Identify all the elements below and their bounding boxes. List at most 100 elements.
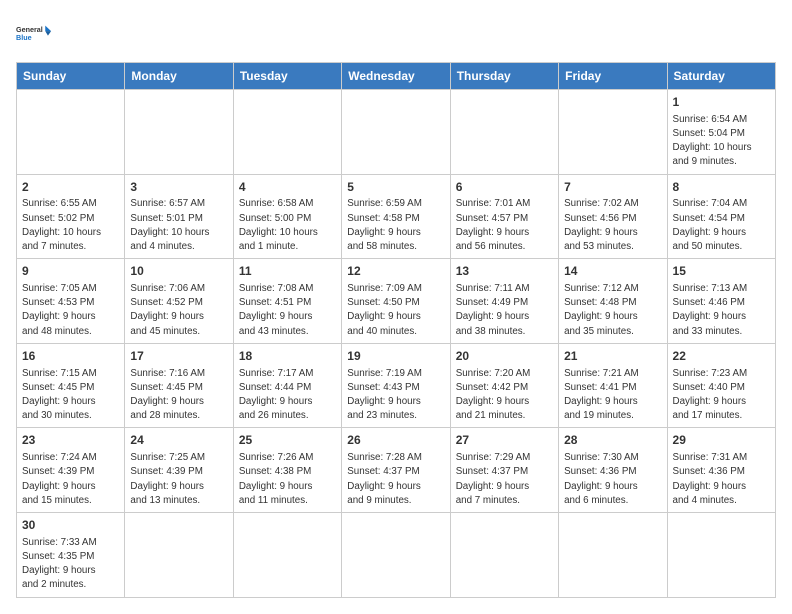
day-number: 14 xyxy=(564,263,661,280)
day-info: Sunrise: 6:54 AM Sunset: 5:04 PM Dayligh… xyxy=(673,113,770,170)
day-info: Sunrise: 7:05 AM Sunset: 4:53 PM Dayligh… xyxy=(22,282,119,339)
day-cell xyxy=(17,90,125,175)
day-number: 18 xyxy=(239,348,336,365)
day-number: 24 xyxy=(130,432,227,449)
weekday-header-wednesday: Wednesday xyxy=(342,63,450,90)
day-number: 29 xyxy=(673,432,770,449)
svg-text:Blue: Blue xyxy=(16,33,32,42)
day-cell xyxy=(233,513,341,598)
weekday-header-saturday: Saturday xyxy=(667,63,775,90)
day-number: 20 xyxy=(456,348,553,365)
day-cell: 6Sunrise: 7:01 AM Sunset: 4:57 PM Daylig… xyxy=(450,174,558,259)
day-cell: 20 Sunrise: 7:20 AM Sunset: 4:42 PM Dayli… xyxy=(450,343,558,428)
day-cell: 8Sunrise: 7:04 AM Sunset: 4:54 PM Daylig… xyxy=(667,174,775,259)
weekday-header-sunday: Sunday xyxy=(17,63,125,90)
day-number: 15 xyxy=(673,263,770,280)
day-cell: 10 Sunrise: 7:06 AM Sunset: 4:52 PM Dayli… xyxy=(125,259,233,344)
day-number: 28 xyxy=(564,432,661,449)
day-cell: 14 Sunrise: 7:12 AM Sunset: 4:48 PM Dayli… xyxy=(559,259,667,344)
day-number: 12 xyxy=(347,263,444,280)
day-cell: 23 Sunrise: 7:24 AM Sunset: 4:39 PM Dayli… xyxy=(17,428,125,513)
day-cell: 30Sunrise: 7:33 AM Sunset: 4:35 PM Dayli… xyxy=(17,513,125,598)
day-cell: 3Sunrise: 6:57 AM Sunset: 5:01 PM Daylig… xyxy=(125,174,233,259)
day-cell: 17Sunrise: 7:16 AM Sunset: 4:45 PM Dayli… xyxy=(125,343,233,428)
day-info: Sunrise: 7:06 AM Sunset: 4:52 PM Dayligh… xyxy=(130,282,227,339)
day-cell: 25Sunrise: 7:26 AM Sunset: 4:38 PM Dayli… xyxy=(233,428,341,513)
day-number: 7 xyxy=(564,179,661,196)
weekday-header-row: SundayMondayTuesdayWednesdayThursdayFrid… xyxy=(17,63,776,90)
day-number: 1 xyxy=(673,94,770,111)
day-number: 21 xyxy=(564,348,661,365)
day-info: Sunrise: 7:25 AM Sunset: 4:39 PM Dayligh… xyxy=(130,451,227,508)
day-info: Sunrise: 7:15 AM Sunset: 4:45 PM Dayligh… xyxy=(22,367,119,424)
day-info: Sunrise: 7:11 AM Sunset: 4:49 PM Dayligh… xyxy=(456,282,553,339)
day-number: 9 xyxy=(22,263,119,280)
day-cell xyxy=(450,90,558,175)
day-number: 8 xyxy=(673,179,770,196)
day-info: Sunrise: 6:55 AM Sunset: 5:02 PM Dayligh… xyxy=(22,197,119,254)
day-cell xyxy=(559,90,667,175)
week-row-4: 16 Sunrise: 7:15 AM Sunset: 4:45 PM Dayli… xyxy=(17,343,776,428)
day-info: Sunrise: 7:08 AM Sunset: 4:51 PM Dayligh… xyxy=(239,282,336,339)
day-number: 23 xyxy=(22,432,119,449)
day-cell: 1 Sunrise: 6:54 AM Sunset: 5:04 PM Daylig… xyxy=(667,90,775,175)
week-row-2: 2Sunrise: 6:55 AM Sunset: 5:02 PM Daylig… xyxy=(17,174,776,259)
day-cell: 26 Sunrise: 7:28 AM Sunset: 4:37 PM Dayli… xyxy=(342,428,450,513)
day-cell: 12 Sunrise: 7:09 AM Sunset: 4:50 PM Dayli… xyxy=(342,259,450,344)
day-cell xyxy=(125,513,233,598)
day-info: Sunrise: 6:57 AM Sunset: 5:01 PM Dayligh… xyxy=(130,197,227,254)
header: GeneralBlue xyxy=(16,16,776,52)
day-number: 5 xyxy=(347,179,444,196)
day-number: 2 xyxy=(22,179,119,196)
day-number: 13 xyxy=(456,263,553,280)
day-cell: 11 Sunrise: 7:08 AM Sunset: 4:51 PM Dayli… xyxy=(233,259,341,344)
day-info: Sunrise: 7:04 AM Sunset: 4:54 PM Dayligh… xyxy=(673,197,770,254)
day-cell: 2Sunrise: 6:55 AM Sunset: 5:02 PM Daylig… xyxy=(17,174,125,259)
day-number: 10 xyxy=(130,263,227,280)
logo: GeneralBlue xyxy=(16,16,52,52)
weekday-header-thursday: Thursday xyxy=(450,63,558,90)
weekday-header-monday: Monday xyxy=(125,63,233,90)
day-cell xyxy=(559,513,667,598)
calendar-table: SundayMondayTuesdayWednesdayThursdayFrid… xyxy=(16,62,776,598)
day-cell: 21 Sunrise: 7:21 AM Sunset: 4:41 PM Dayli… xyxy=(559,343,667,428)
day-cell: 4Sunrise: 6:58 AM Sunset: 5:00 PM Daylig… xyxy=(233,174,341,259)
day-cell: 28Sunrise: 7:30 AM Sunset: 4:36 PM Dayli… xyxy=(559,428,667,513)
day-info: Sunrise: 7:09 AM Sunset: 4:50 PM Dayligh… xyxy=(347,282,444,339)
day-cell xyxy=(450,513,558,598)
day-cell: 19Sunrise: 7:19 AM Sunset: 4:43 PM Dayli… xyxy=(342,343,450,428)
week-row-6: 30Sunrise: 7:33 AM Sunset: 4:35 PM Dayli… xyxy=(17,513,776,598)
day-cell: 29 Sunrise: 7:31 AM Sunset: 4:36 PM Dayli… xyxy=(667,428,775,513)
day-info: Sunrise: 7:23 AM Sunset: 4:40 PM Dayligh… xyxy=(673,367,770,424)
day-cell xyxy=(667,513,775,598)
day-info: Sunrise: 7:20 AM Sunset: 4:42 PM Dayligh… xyxy=(456,367,553,424)
day-cell: 16 Sunrise: 7:15 AM Sunset: 4:45 PM Dayli… xyxy=(17,343,125,428)
day-info: Sunrise: 7:24 AM Sunset: 4:39 PM Dayligh… xyxy=(22,451,119,508)
day-info: Sunrise: 7:28 AM Sunset: 4:37 PM Dayligh… xyxy=(347,451,444,508)
day-number: 3 xyxy=(130,179,227,196)
day-info: Sunrise: 7:12 AM Sunset: 4:48 PM Dayligh… xyxy=(564,282,661,339)
day-cell xyxy=(342,90,450,175)
day-info: Sunrise: 7:26 AM Sunset: 4:38 PM Dayligh… xyxy=(239,451,336,508)
day-info: Sunrise: 7:02 AM Sunset: 4:56 PM Dayligh… xyxy=(564,197,661,254)
day-cell: 18Sunrise: 7:17 AM Sunset: 4:44 PM Dayli… xyxy=(233,343,341,428)
day-number: 26 xyxy=(347,432,444,449)
day-cell: 13 Sunrise: 7:11 AM Sunset: 4:49 PM Dayli… xyxy=(450,259,558,344)
day-number: 27 xyxy=(456,432,553,449)
day-info: Sunrise: 7:01 AM Sunset: 4:57 PM Dayligh… xyxy=(456,197,553,254)
day-info: Sunrise: 7:31 AM Sunset: 4:36 PM Dayligh… xyxy=(673,451,770,508)
day-number: 19 xyxy=(347,348,444,365)
day-info: Sunrise: 6:59 AM Sunset: 4:58 PM Dayligh… xyxy=(347,197,444,254)
day-cell: 27Sunrise: 7:29 AM Sunset: 4:37 PM Dayli… xyxy=(450,428,558,513)
day-info: Sunrise: 7:13 AM Sunset: 4:46 PM Dayligh… xyxy=(673,282,770,339)
day-cell xyxy=(233,90,341,175)
day-info: Sunrise: 7:33 AM Sunset: 4:35 PM Dayligh… xyxy=(22,536,119,593)
svg-text:General: General xyxy=(16,25,43,34)
day-number: 11 xyxy=(239,263,336,280)
day-number: 16 xyxy=(22,348,119,365)
week-row-5: 23 Sunrise: 7:24 AM Sunset: 4:39 PM Dayli… xyxy=(17,428,776,513)
day-info: Sunrise: 7:21 AM Sunset: 4:41 PM Dayligh… xyxy=(564,367,661,424)
day-cell xyxy=(342,513,450,598)
day-cell: 15 Sunrise: 7:13 AM Sunset: 4:46 PM Dayli… xyxy=(667,259,775,344)
weekday-header-friday: Friday xyxy=(559,63,667,90)
